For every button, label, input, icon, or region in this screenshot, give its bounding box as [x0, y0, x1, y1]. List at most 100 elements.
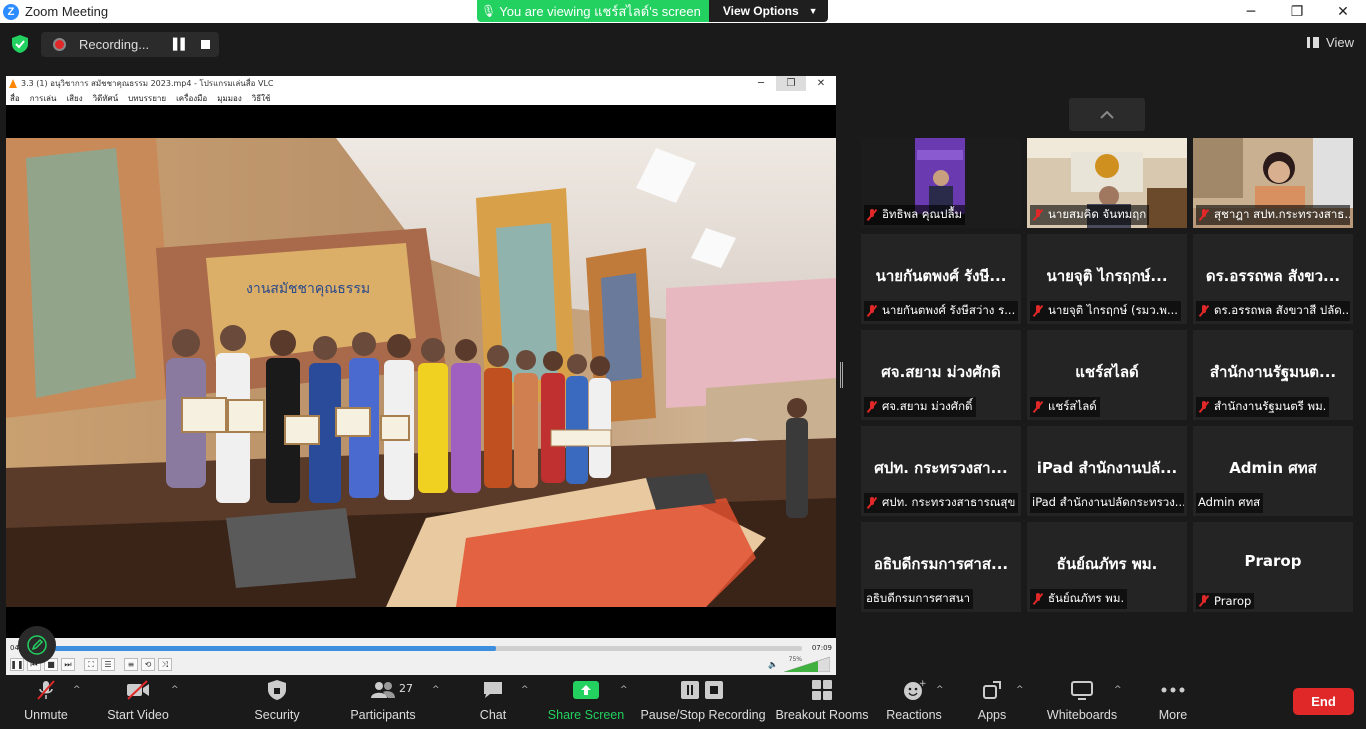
- participant-tile[interactable]: สำนักงานรัฐมนต... สำนักงานรัฐมนตรี พม.: [1193, 330, 1353, 420]
- apps-options-caret[interactable]: ^: [1016, 685, 1024, 695]
- vlc-seek-bar[interactable]: [36, 646, 802, 651]
- participant-name: ศปท. กระทรวงสาธารณสุข: [882, 495, 1016, 509]
- video-frame-stage-scene: งานสมัชชาคุณธรรม: [6, 138, 836, 607]
- whiteboards-options-caret[interactable]: ^: [1114, 685, 1122, 695]
- maximize-button[interactable]: ❐: [1274, 0, 1320, 23]
- participant-label: Admin ศทส: [1196, 493, 1264, 513]
- apps-button[interactable]: Apps: [970, 675, 1014, 729]
- share-screen-button[interactable]: Share Screen: [547, 675, 625, 729]
- vlc-menu-item: การเล่น: [29, 93, 57, 103]
- chevron-up-icon: [1100, 110, 1114, 119]
- participant-label: อธิบดีกรมการศาสนา: [864, 589, 974, 609]
- vlc-total-time: 07:09: [811, 644, 832, 652]
- video-options-caret[interactable]: ^: [171, 685, 179, 695]
- participant-tile[interactable]: สุชาฎา สปท.กระทรวงสาธ...: [1193, 138, 1353, 228]
- participant-display-name: นายกันตพงศ์ รังษี...: [875, 267, 1007, 285]
- share-screen-label: Share Screen: [547, 708, 625, 722]
- participant-tile[interactable]: แชร์สไลด์ แชร์สไลด์: [1027, 330, 1187, 420]
- participant-name: ศจ.สยาม ม่วงศักดิ์: [882, 399, 973, 413]
- vlc-loop-icon: ⟲: [141, 658, 155, 671]
- participant-tile[interactable]: ธันย์ณภัทร พม. ธันย์ณภัทร พม.: [1027, 522, 1187, 612]
- start-video-button[interactable]: Start Video: [104, 675, 172, 729]
- close-button[interactable]: ✕: [1320, 0, 1366, 23]
- participant-label: สำนักงานรัฐมนตรี พม.: [1196, 397, 1330, 417]
- participant-tile[interactable]: ศปท. กระทรวงสา... ศปท. กระทรวงสาธารณสุข: [861, 426, 1021, 516]
- participant-name: อธิบดีกรมการศาสนา: [866, 591, 971, 605]
- participant-tile[interactable]: Prarop Prarop: [1193, 522, 1353, 612]
- participant-name: นายกันตพงศ์ รังษีสว่าง ร...: [882, 303, 1016, 317]
- pause-stop-icon: [681, 681, 723, 699]
- participant-label: ศปท. กระทรวงสาธารณสุข: [864, 493, 1018, 513]
- share-options-caret[interactable]: ^: [620, 685, 628, 695]
- view-options-button[interactable]: View Options ▼: [708, 0, 828, 22]
- participant-tile[interactable]: นายจุติ ไกรฤกษ์... นายจุติ ไกรฤกษ์ (รมว.…: [1027, 234, 1187, 324]
- pause-stop-recording-button[interactable]: Pause/Stop Recording: [640, 675, 766, 729]
- breakout-rooms-button[interactable]: Breakout Rooms: [775, 675, 869, 729]
- start-video-label: Start Video: [107, 708, 169, 722]
- participant-tile[interactable]: iPad สำนักงานปลั... iPad สำนักงานปลัดกระ…: [1027, 426, 1187, 516]
- participant-display-name: สำนักงานรัฐมนต...: [1209, 363, 1337, 381]
- recording-text: Recording...: [79, 37, 150, 52]
- participant-display-name: ธันย์ณภัทร พม.: [1056, 555, 1158, 573]
- muted-mic-icon: [866, 497, 878, 509]
- unmute-button[interactable]: Unmute: [18, 675, 74, 729]
- participant-tile[interactable]: Admin ศทส Admin ศทส: [1193, 426, 1353, 516]
- vlc-menu-item: เสียง: [66, 93, 83, 103]
- muted-mic-icon: [1198, 209, 1210, 221]
- svg-text:+: +: [919, 679, 926, 689]
- stop-recording-button[interactable]: [201, 40, 210, 49]
- end-meeting-button[interactable]: End: [1293, 688, 1354, 715]
- chat-options-caret[interactable]: ^: [521, 685, 529, 695]
- whiteboards-button[interactable]: Whiteboards: [1045, 675, 1119, 729]
- vlc-menu-item: วิดีทัศน์: [92, 93, 119, 103]
- pause-recording-button[interactable]: ▌▌: [173, 38, 189, 51]
- recording-indicator: Recording... ▌▌: [41, 32, 219, 57]
- participants-count: 27: [399, 682, 413, 695]
- chat-button[interactable]: Chat: [470, 675, 516, 729]
- whiteboards-label: Whiteboards: [1046, 708, 1118, 722]
- muted-mic-icon: [1198, 401, 1210, 413]
- view-label: View: [1326, 35, 1354, 50]
- pause-stop-recording-label: Pause/Stop Recording: [640, 708, 766, 722]
- participant-tile[interactable]: อิทธิพล คุณปลื้ม: [861, 138, 1021, 228]
- participant-display-name: ดร.อรรถพล สังขว...: [1205, 267, 1341, 285]
- participant-display-name: ศจ.สยาม ม่วงศักดิ: [881, 363, 1001, 381]
- audio-options-caret[interactable]: ^: [73, 685, 81, 695]
- participant-label: นายสมคิด จันทมฤก: [1030, 205, 1150, 225]
- participant-label: นายจุติ ไกรฤกษ์ (รมว.พ...: [1030, 301, 1181, 321]
- reactions-options-caret[interactable]: ^: [936, 685, 944, 695]
- security-button[interactable]: Security: [252, 675, 302, 729]
- encryption-shield-icon[interactable]: [12, 35, 28, 53]
- muted-mic-icon: [1032, 305, 1044, 317]
- panel-splitter-handle[interactable]: [840, 362, 843, 388]
- participant-display-name: แชร์สไลด์: [1075, 363, 1139, 381]
- meeting-topbar: Recording... ▌▌ View: [0, 23, 1366, 65]
- vlc-restore-icon: ❐: [776, 76, 806, 91]
- participant-tile[interactable]: นายกันตพงศ์ รังษี... นายกันตพงศ์ รังษีสว…: [861, 234, 1021, 324]
- participant-name: นายจุติ ไกรฤกษ์ (รมว.พ...: [1048, 303, 1178, 317]
- annotate-button[interactable]: [18, 626, 56, 664]
- minimize-button[interactable]: ─: [1228, 0, 1274, 23]
- more-button[interactable]: More: [1152, 675, 1194, 729]
- more-dots-icon: [1161, 687, 1185, 693]
- participant-tile[interactable]: ดร.อรรถพล สังขว... ดร.อรรถพล สังขวาสี ปล…: [1193, 234, 1353, 324]
- vlc-settings-icon: ☰: [101, 658, 115, 671]
- gallery-page-up-button[interactable]: [1069, 98, 1145, 131]
- meeting-toolbar: Unmute ^ Start Video ^ Security Particip…: [0, 675, 1366, 729]
- vlc-titlebar: 3.3 (1) อนุวิชาการ สมัชชาคุณธรรม 2023.mp…: [6, 76, 836, 91]
- shared-screen-vlc-window: 3.3 (1) อนุวิชาการ สมัชชาคุณธรรม 2023.mp…: [6, 76, 836, 675]
- participant-display-name: iPad สำนักงานปลั...: [1036, 459, 1178, 477]
- participant-tile[interactable]: นายสมคิด จันทมฤก: [1027, 138, 1187, 228]
- video-off-icon: [127, 680, 149, 700]
- participant-tile[interactable]: อธิบดีกรมการศาส... อธิบดีกรมการศาสนา: [861, 522, 1021, 612]
- view-button[interactable]: View: [1307, 35, 1354, 50]
- participants-options-caret[interactable]: ^: [432, 685, 440, 695]
- muted-mic-icon: [1032, 209, 1044, 221]
- window-title: Zoom Meeting: [25, 4, 109, 19]
- muted-mic-icon: [866, 209, 878, 221]
- participant-display-name: นายจุติ ไกรฤกษ์...: [1046, 267, 1168, 285]
- muted-mic-icon: [1032, 593, 1044, 605]
- reactions-button[interactable]: + Reactions: [886, 675, 942, 729]
- muted-microphone-icon: [37, 680, 55, 700]
- participant-tile[interactable]: ศจ.สยาม ม่วงศักดิ ศจ.สยาม ม่วงศักดิ์: [861, 330, 1021, 420]
